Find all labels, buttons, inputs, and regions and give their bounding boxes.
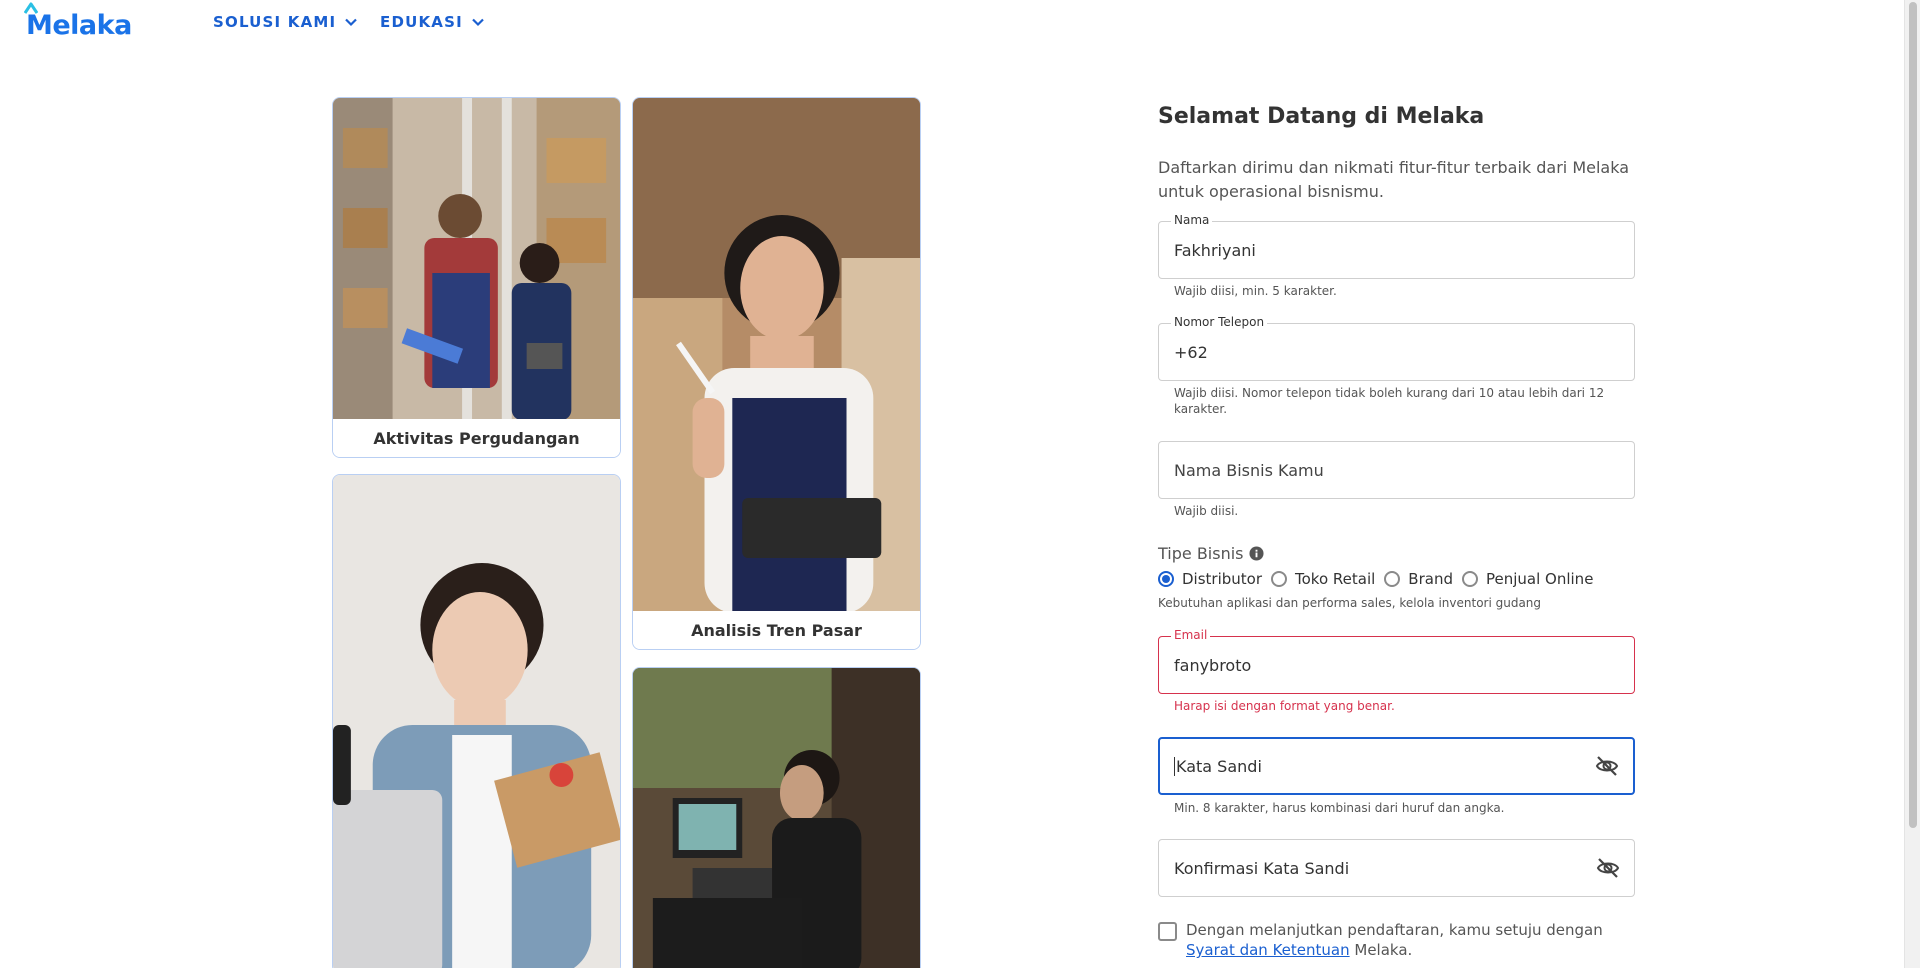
radio-label: Brand	[1408, 570, 1453, 588]
radio-dot	[1384, 571, 1401, 587]
business-name-field[interactable]: Nama Bisnis Kamu	[1158, 441, 1635, 499]
radio-dot	[1271, 571, 1288, 587]
password-helper: Min. 8 karakter, harus kombinasi dari hu…	[1174, 801, 1505, 815]
text-caret	[1174, 756, 1175, 776]
form-title: Selamat Datang di Melaka	[1158, 104, 1485, 129]
nav-solusi-kami-label: SOLUSI KAMI	[213, 13, 337, 31]
radio-dot	[1461, 571, 1478, 587]
top-navbar: Melaka SOLUSI KAMI EDUKASI	[0, 0, 1904, 48]
business-type-radio-group: Distributor Toko Retail Brand Penjual On…	[1158, 570, 1602, 588]
terms-agreement: Dengan melanjutkan pendaftaran, kamu set…	[1158, 920, 1638, 960]
email-error: Harap isi dengan format yang benar.	[1174, 699, 1395, 713]
radio-toko-retail[interactable]: Toko Retail	[1271, 570, 1375, 588]
online-seller-photo	[333, 475, 620, 968]
radio-label: Toko Retail	[1295, 570, 1376, 588]
eye-off-icon[interactable]	[1595, 754, 1619, 778]
radio-penjual-online[interactable]: Penjual Online	[1461, 570, 1594, 588]
gallery-caption: Analisis Tren Pasar	[633, 611, 920, 649]
confirm-password-placeholder: Konfirmasi Kata Sandi	[1174, 858, 1350, 878]
business-type-description: Kebutuhan aplikasi dan performa sales, k…	[1158, 596, 1542, 610]
form-subtitle: Daftarkan dirimu dan nikmati fitur-fitur…	[1158, 158, 1630, 201]
business-type-label-text: Tipe Bisnis	[1158, 544, 1244, 563]
email-field-value: fanybroto	[1174, 655, 1252, 675]
radio-label: Penjual Online	[1485, 570, 1594, 588]
info-icon[interactable]	[1248, 546, 1264, 561]
terms-suffix: Melaka.	[1349, 941, 1413, 959]
radio-label: Distributor	[1182, 570, 1263, 588]
password-placeholder: Kata Sandi	[1176, 756, 1262, 776]
nav-edukasi[interactable]: EDUKASI	[380, 13, 485, 31]
cashier-photo	[633, 668, 920, 968]
gallery-card-warehouse: Aktivitas Pergudangan	[332, 97, 621, 458]
name-field-value: Fakhriyani	[1174, 240, 1256, 260]
logo-text: Melaka	[26, 9, 132, 41]
eye-off-icon[interactable]	[1596, 856, 1620, 880]
name-helper: Wajib diisi, min. 5 karakter.	[1174, 284, 1337, 298]
warehouse-photo	[333, 98, 620, 420]
radio-dot	[1158, 571, 1174, 587]
gallery-card-cashier	[632, 667, 921, 968]
name-field[interactable]: Nama Fakhriyani	[1158, 213, 1635, 279]
melaka-logo[interactable]: Melaka	[24, 2, 132, 42]
password-field-content: Kata Sandi	[1174, 739, 1262, 793]
nav-solusi-kami[interactable]: SOLUSI KAMI	[213, 13, 358, 31]
gallery-card-market-trend: Analisis Tren Pasar	[632, 97, 921, 650]
chevron-down-icon	[345, 18, 358, 27]
scrollbar-thumb[interactable]	[1909, 2, 1917, 828]
gallery-caption: Aktivitas Pergudangan	[333, 419, 620, 457]
phone-field-value: +62	[1174, 342, 1208, 362]
barista-photo	[633, 98, 920, 613]
radio-brand[interactable]: Brand	[1384, 570, 1453, 588]
nav-edukasi-label: EDUKASI	[380, 13, 463, 31]
email-field[interactable]: Email fanybroto	[1158, 628, 1635, 694]
business-name-placeholder: Nama Bisnis Kamu	[1174, 460, 1324, 480]
gallery-card-online-seller	[332, 474, 621, 968]
radio-distributor[interactable]: Distributor	[1158, 570, 1262, 588]
terms-text: Dengan melanjutkan pendaftaran, kamu set…	[1186, 920, 1638, 960]
logo-mark-icon	[24, 2, 38, 14]
terms-prefix: Dengan melanjutkan pendaftaran, kamu set…	[1186, 921, 1603, 939]
terms-checkbox[interactable]	[1158, 922, 1177, 941]
phone-field[interactable]: Nomor Telepon +62	[1158, 315, 1635, 381]
terms-link[interactable]: Syarat dan Ketentuan	[1186, 941, 1350, 959]
confirm-password-field[interactable]: Konfirmasi Kata Sandi	[1158, 839, 1635, 897]
chevron-down-icon	[472, 18, 484, 27]
business-type-label: Tipe Bisnis	[1158, 544, 1264, 563]
password-field[interactable]: Kata Sandi	[1158, 737, 1635, 795]
phone-helper: Wajib diisi. Nomor telepon tidak boleh k…	[1174, 386, 1605, 416]
page-scrollbar[interactable]	[1904, 0, 1920, 968]
business-name-helper: Wajib diisi.	[1174, 504, 1239, 518]
